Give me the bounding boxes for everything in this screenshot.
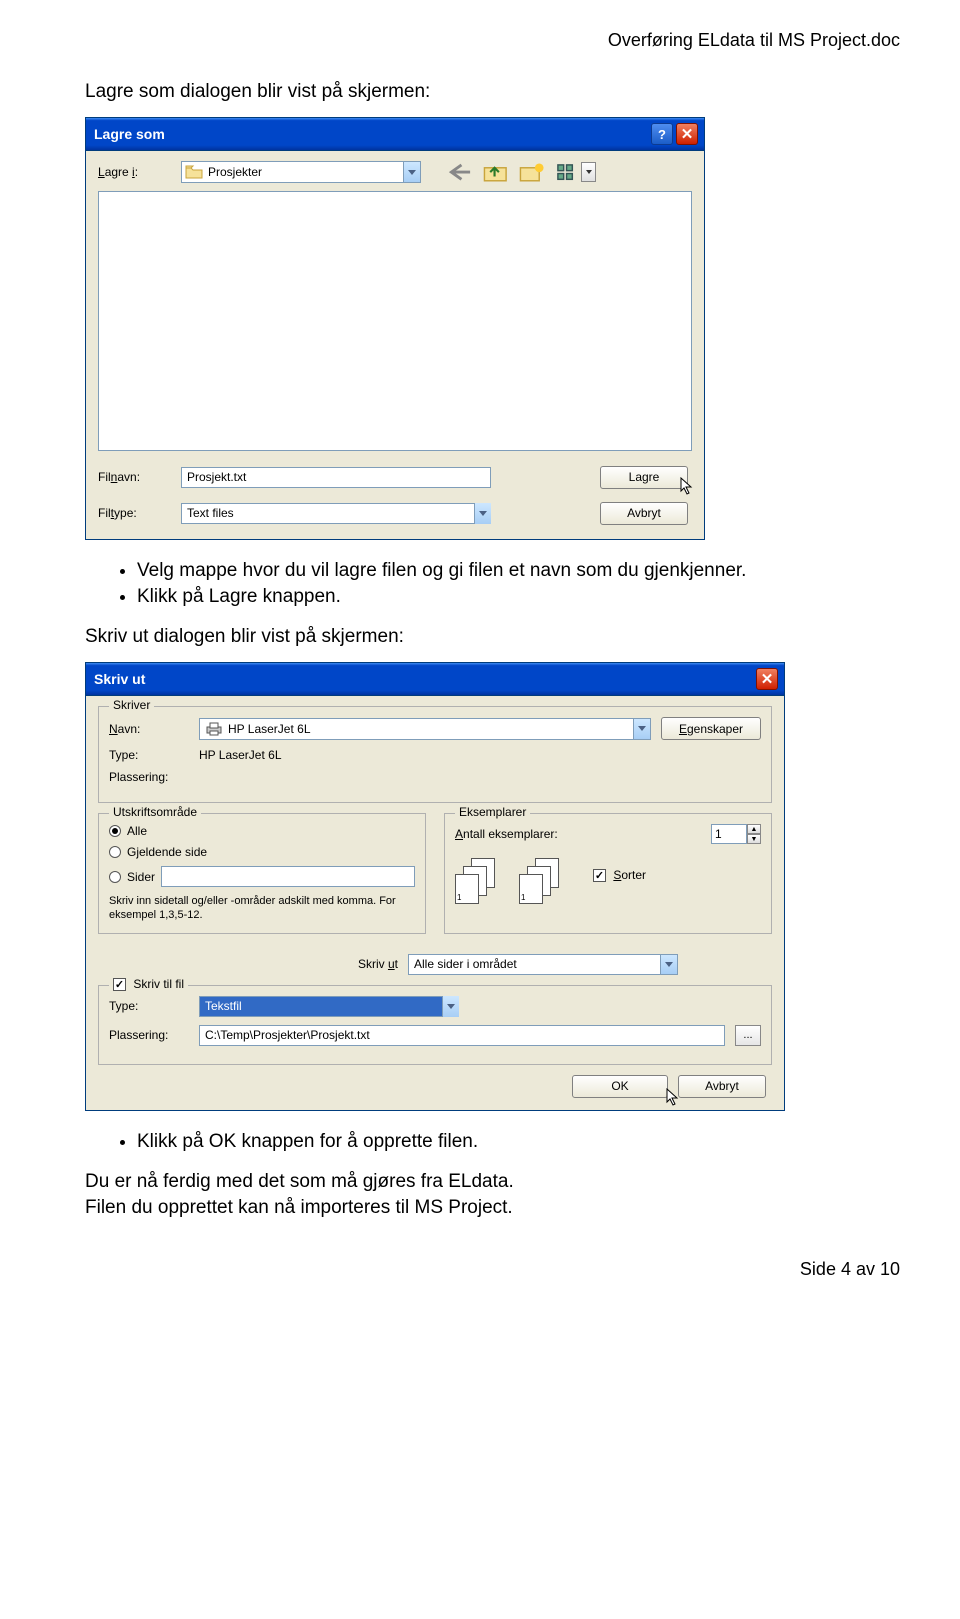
collate-label: Sorter xyxy=(613,868,646,882)
up-folder-icon[interactable] xyxy=(483,161,509,183)
bullet-list: Klikk på OK knappen for å opprette filen… xyxy=(85,1131,900,1153)
dialog-title: Skriv ut xyxy=(94,671,145,687)
chevron-down-icon[interactable] xyxy=(442,996,459,1017)
list-item: Velg mappe hvor du vil lagre filen og gi… xyxy=(137,560,900,582)
closing-line: Du er nå ferdig med det som må gjøres fr… xyxy=(85,1171,900,1193)
filename-input[interactable] xyxy=(181,467,491,488)
printer-name-combo[interactable]: HP LaserJet 6L xyxy=(199,718,651,740)
tofile-type-combo[interactable]: Tekstfil xyxy=(199,996,459,1017)
cancel-button[interactable]: Avbryt xyxy=(678,1075,766,1098)
intro-text: Lagre som dialogen blir vist på skjermen… xyxy=(85,81,900,103)
copies-spinner[interactable]: ▲▼ xyxy=(711,824,761,844)
tofile-type-label: Type: xyxy=(109,999,189,1013)
properties-button[interactable]: Egenskaper xyxy=(661,717,761,740)
printer-type-value: HP LaserJet 6L xyxy=(199,748,282,762)
views-icon[interactable] xyxy=(555,161,581,183)
printer-legend: Skriver xyxy=(109,698,154,712)
close-button[interactable]: ✕ xyxy=(676,123,698,145)
ok-button[interactable]: OK xyxy=(572,1075,668,1098)
chevron-down-icon[interactable] xyxy=(660,955,677,974)
cursor-icon xyxy=(666,1088,682,1108)
chevron-down-icon[interactable] xyxy=(403,162,420,182)
back-icon[interactable] xyxy=(447,161,473,183)
radio-all[interactable] xyxy=(109,825,121,837)
filename-label: Filnavn: xyxy=(98,470,173,484)
cancel-button[interactable]: Avbryt xyxy=(600,502,688,525)
copies-group: Eksemplarer Antall eksemplarer: ▲▼ 3 2 xyxy=(444,813,772,934)
range-legend: Utskriftsområde xyxy=(109,805,201,819)
chevron-down-icon[interactable] xyxy=(633,719,650,739)
savein-combo[interactable]: Prosjekter xyxy=(181,161,421,183)
print-range-group: Utskriftsområde Alle Gjeldende side Side… xyxy=(98,813,426,934)
list-item: Klikk på OK knappen for å opprette filen… xyxy=(137,1131,900,1153)
copies-label: Antall eksemplarer: xyxy=(455,827,701,841)
spin-down[interactable]: ▼ xyxy=(747,834,761,844)
browse-button[interactable]: ... xyxy=(735,1025,761,1046)
views-dropdown[interactable] xyxy=(581,162,596,182)
collate-preview: 3 2 1 3 2 1 xyxy=(455,858,561,906)
titlebar[interactable]: Skriv ut ✕ xyxy=(86,663,784,696)
printer-type-label: Type: xyxy=(109,748,189,762)
tofile-loc-input[interactable] xyxy=(199,1025,725,1046)
spin-up[interactable]: ▲ xyxy=(747,824,761,834)
printer-group: Skriver Navn: HP LaserJet 6L Egenskaper … xyxy=(98,706,772,803)
filetype-combo[interactable] xyxy=(181,503,491,524)
print-intro: Skriv ut dialogen blir vist på skjermen: xyxy=(85,626,900,648)
printer-name-label: Navn: xyxy=(109,722,189,736)
close-button[interactable]: ✕ xyxy=(756,668,778,690)
print-what-label: Skriv ut xyxy=(98,957,398,971)
copies-legend: Eksemplarer xyxy=(455,805,530,819)
folder-icon xyxy=(185,165,203,179)
print-dialog: Skriv ut ✕ Skriver Navn: HP LaserJet 6L … xyxy=(85,662,785,1111)
page-footer: Side 4 av 10 xyxy=(85,1259,900,1280)
bullet-list: Velg mappe hvor du vil lagre filen og gi… xyxy=(85,560,900,608)
range-note: Skriv inn sidetall og/eller -områder ads… xyxy=(109,894,415,923)
print-what-combo[interactable]: Alle sider i området xyxy=(408,954,678,975)
closing-line: Filen du opprettet kan nå importeres til… xyxy=(85,1197,900,1219)
pages-input[interactable] xyxy=(161,866,415,887)
savein-value: Prosjekter xyxy=(208,165,262,179)
radio-current[interactable] xyxy=(109,846,121,858)
help-button[interactable]: ? xyxy=(651,123,673,145)
to-file-legend: Skriv til fil xyxy=(109,977,188,991)
print-to-file-group: Skriv til fil Type: Tekstfil Plassering:… xyxy=(98,985,772,1065)
save-as-dialog: Lagre som ? ✕ Lagre i: Prosjekter xyxy=(85,117,705,540)
tofile-loc-label: Plassering: xyxy=(109,1028,189,1042)
chevron-down-icon[interactable] xyxy=(474,503,491,524)
list-item: Klikk på Lagre knappen. xyxy=(137,586,900,608)
dialog-title: Lagre som xyxy=(94,126,165,142)
collate-checkbox[interactable] xyxy=(593,869,606,882)
save-button[interactable]: Lagre xyxy=(600,466,688,489)
titlebar[interactable]: Lagre som ? ✕ xyxy=(86,118,704,151)
savein-label: Lagre i: xyxy=(98,165,173,179)
to-file-checkbox[interactable] xyxy=(113,978,126,991)
file-list[interactable] xyxy=(98,191,692,451)
radio-pages[interactable] xyxy=(109,871,121,883)
filetype-label: Filtype: xyxy=(98,506,173,520)
doc-header: Overføring ELdata til MS Project.doc xyxy=(85,30,900,51)
new-folder-icon[interactable] xyxy=(519,161,545,183)
cursor-icon xyxy=(680,477,696,497)
printer-icon xyxy=(205,722,223,736)
printer-location-label: Plassering: xyxy=(109,770,189,784)
